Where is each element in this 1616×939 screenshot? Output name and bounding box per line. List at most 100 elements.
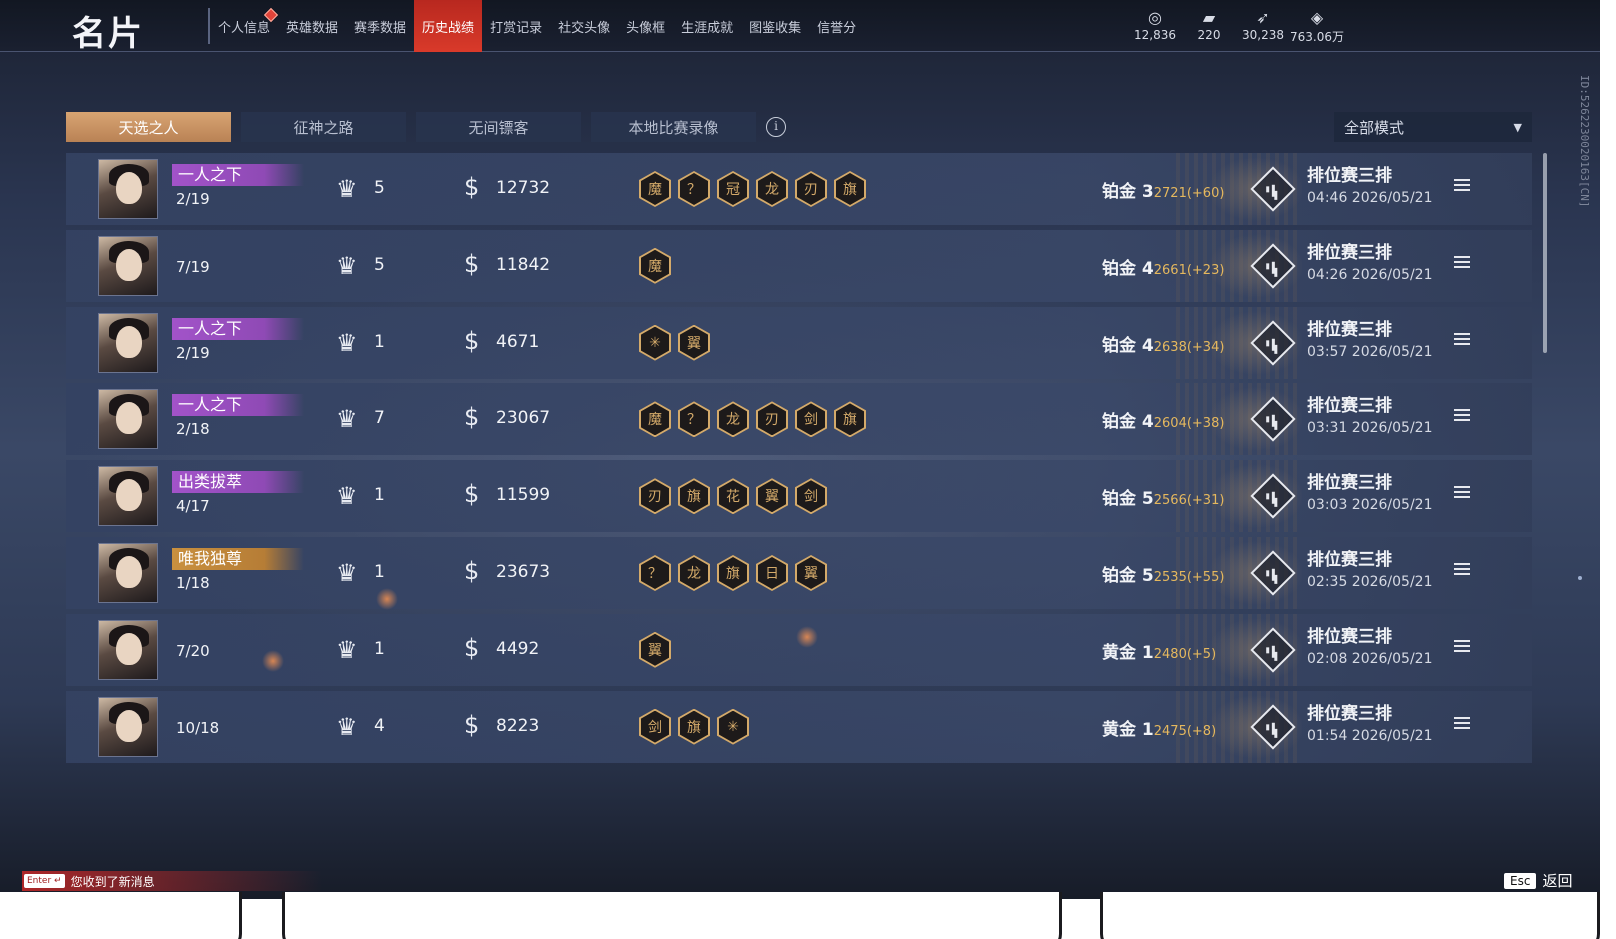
medal-icon[interactable]: 冠 <box>717 171 749 207</box>
nav-tab-label: 赛季数据 <box>354 20 407 36</box>
rank-tier: 黄金 1 <box>1102 719 1154 740</box>
rank-tier: 铂金 4 <box>1102 335 1154 356</box>
nav-tab[interactable]: 信誉分 <box>809 0 864 52</box>
honor-title-badge: 一人之下 <box>172 317 304 340</box>
medal-icon[interactable]: 魔 <box>639 171 671 207</box>
detail-menu-icon[interactable] <box>1454 562 1470 577</box>
detail-menu-icon[interactable] <box>1454 716 1470 731</box>
medal-icon[interactable]: 翼 <box>639 631 671 668</box>
rank-score: 2661(+23) <box>1153 262 1225 278</box>
medal-glyph: 翼 <box>758 480 786 513</box>
medal-icon[interactable]: 翼 <box>678 324 710 361</box>
medal-glyph: 旗 <box>719 556 747 589</box>
medal-icon[interactable]: 龙 <box>678 554 710 591</box>
medal-icon[interactable]: ✳ <box>717 708 749 745</box>
stats-bar <box>1266 647 1270 654</box>
crown-icon: ♛ <box>336 251 358 280</box>
menu-line <box>1454 721 1470 724</box>
nav-tab-label: 打赏记录 <box>490 20 543 36</box>
avatar-face <box>116 479 142 512</box>
kda-text: 2/18 <box>176 420 210 439</box>
back-button[interactable]: Esc 返回 <box>1504 870 1572 891</box>
detail-menu-icon[interactable] <box>1454 409 1470 423</box>
medal-icon[interactable]: 旗 <box>834 401 866 438</box>
nav-tab[interactable]: 英雄数据 <box>278 0 346 52</box>
nav-tab[interactable]: 社交头像 <box>550 0 618 52</box>
match-row[interactable]: 10/18 ♛ 4 $8223 剑旗 ✳ 黄金 12475(+8) 排位赛三排 01:54 20… <box>66 690 1532 763</box>
medal-icon[interactable]: 刃 <box>795 171 827 207</box>
medal-glyph: ✳ <box>719 710 747 743</box>
match-mode: 排位赛三排 <box>1307 242 1392 263</box>
match-row[interactable]: 一人之下 2/18 ♛ 7 $23067 魔 ？ 龙刃剑旗 铂金 42604(+38) 排位赛三排… <box>66 383 1532 456</box>
medal-icon[interactable]: ✳ <box>639 324 671 361</box>
medal-icon[interactable]: 旗 <box>717 554 749 591</box>
medal-icon[interactable]: 翼 <box>795 554 827 591</box>
match-mode: 排位赛三排 <box>1307 166 1392 186</box>
match-row[interactable]: 唯我独尊 1/18 ♛ 1 $23673 ？ 龙旗日翼 铂金 52535(+55) 排位赛三排 0… <box>66 536 1532 609</box>
mode-filter-dropdown[interactable]: 全部模式 ▼ <box>1334 112 1532 142</box>
medal-icon[interactable]: 龙 <box>717 401 749 438</box>
menu-line <box>1454 189 1470 191</box>
medal-icon[interactable]: 刃 <box>756 401 788 438</box>
detail-menu-icon[interactable] <box>1454 255 1470 270</box>
nav-tab[interactable]: 头像框 <box>618 0 673 52</box>
medal-glyph: ✳ <box>641 326 669 359</box>
currency-bar: ◎ 12,836 ▰ 220 ➶ 30,238 ◈ 763.06万 <box>1128 8 1344 45</box>
detail-menu-icon[interactable] <box>1454 639 1470 654</box>
medal-glyph: 翼 <box>680 326 708 359</box>
medal-icon[interactable]: 旗 <box>834 171 866 207</box>
rank-info: 铂金 32721(+60) <box>1102 177 1224 202</box>
medal-icon[interactable]: 刃 <box>639 478 671 515</box>
medal-icon[interactable]: ？ <box>678 171 710 207</box>
medal-icon[interactable]: ？ <box>639 554 671 591</box>
nav-tab[interactable]: 生涯成就 <box>673 0 741 52</box>
menu-line <box>1454 342 1470 345</box>
match-row[interactable]: 7/20 ♛ 1 $4492 翼 黄金 12480(+5) 排位赛三排 02:08 2026/… <box>66 613 1532 686</box>
category-tab[interactable]: 无间镖客 <box>416 112 581 142</box>
medal-icon[interactable]: 剑 <box>639 708 671 745</box>
enter-key-hint: Enter ↵ <box>24 874 65 888</box>
medal-icon[interactable]: ？ <box>678 401 710 438</box>
medal-glyph: 剑 <box>797 480 825 513</box>
medal-icon[interactable]: 龙 <box>756 171 788 207</box>
nav-tab[interactable]: 打赏记录 <box>482 0 550 52</box>
medal-icon[interactable]: 旗 <box>678 478 710 515</box>
medal-icon[interactable]: 花 <box>717 478 749 515</box>
category-tab[interactable]: 天选之人 <box>66 112 231 142</box>
stats-bar <box>1266 263 1270 270</box>
nav-tab[interactable]: 历史战绩 <box>414 0 483 52</box>
detail-menu-icon[interactable] <box>1454 332 1470 347</box>
nav-tab-label: 信誉分 <box>817 20 857 36</box>
nav-tab[interactable]: 赛季数据 <box>346 0 414 52</box>
category-tab[interactable]: 本地比赛录像 <box>591 112 756 142</box>
coin-stack-icon: ◎ <box>1148 8 1162 27</box>
detail-menu-icon[interactable] <box>1454 179 1470 193</box>
coin-value: 23673 <box>496 561 551 582</box>
medal-list: 剑旗 ✳ <box>639 708 749 745</box>
scrollbar[interactable] <box>1543 153 1547 353</box>
rank-score: 2480(+5) <box>1153 646 1217 662</box>
notification-bar[interactable]: Enter ↵ 您收到了新消息 <box>22 871 322 891</box>
coin-icon: $ <box>464 710 480 739</box>
medal-icon[interactable]: 魔 <box>639 247 671 284</box>
medal-icon[interactable]: 剑 <box>795 401 827 438</box>
medal-icon[interactable]: 日 <box>756 554 788 591</box>
match-row[interactable]: 一人之下 2/19 ♛ 5 $12732 魔 ？ 冠龙刃旗 铂金 32721(+60) 排位赛三排… <box>66 153 1532 225</box>
detail-menu-icon[interactable] <box>1454 486 1470 500</box>
nav-tab[interactable]: 个人信息 <box>210 0 279 52</box>
menu-line <box>1454 419 1470 422</box>
match-row[interactable]: 出类拔萃 4/17 ♛ 1 $11599 刃旗花翼剑 铂金 52566(+31) 排位赛三排 0… <box>66 460 1532 533</box>
nav-tab[interactable]: 图鉴收集 <box>741 0 809 52</box>
bottom-frame-left <box>0 892 242 939</box>
medal-icon[interactable]: 旗 <box>678 708 710 745</box>
match-row[interactable]: 7/19 ♛ 5 $11842 魔 铂金 42661(+23) 排位赛三排 04:26 202… <box>66 229 1532 302</box>
medal-icon[interactable]: 翼 <box>756 478 788 515</box>
info-icon[interactable]: i <box>766 117 786 137</box>
medal-icon[interactable]: 魔 <box>639 401 671 438</box>
medal-glyph: 刃 <box>797 173 825 205</box>
medal-icon[interactable]: 剑 <box>795 478 827 515</box>
match-row[interactable]: 一人之下 2/19 ♛ 1 $4671 ✳ 翼铂金 42638(+34) 排位赛三排 03:57… <box>66 306 1532 379</box>
category-tab[interactable]: 征神之路 <box>241 112 406 142</box>
coin-value: 4492 <box>496 638 540 659</box>
hero-avatar <box>98 159 158 219</box>
